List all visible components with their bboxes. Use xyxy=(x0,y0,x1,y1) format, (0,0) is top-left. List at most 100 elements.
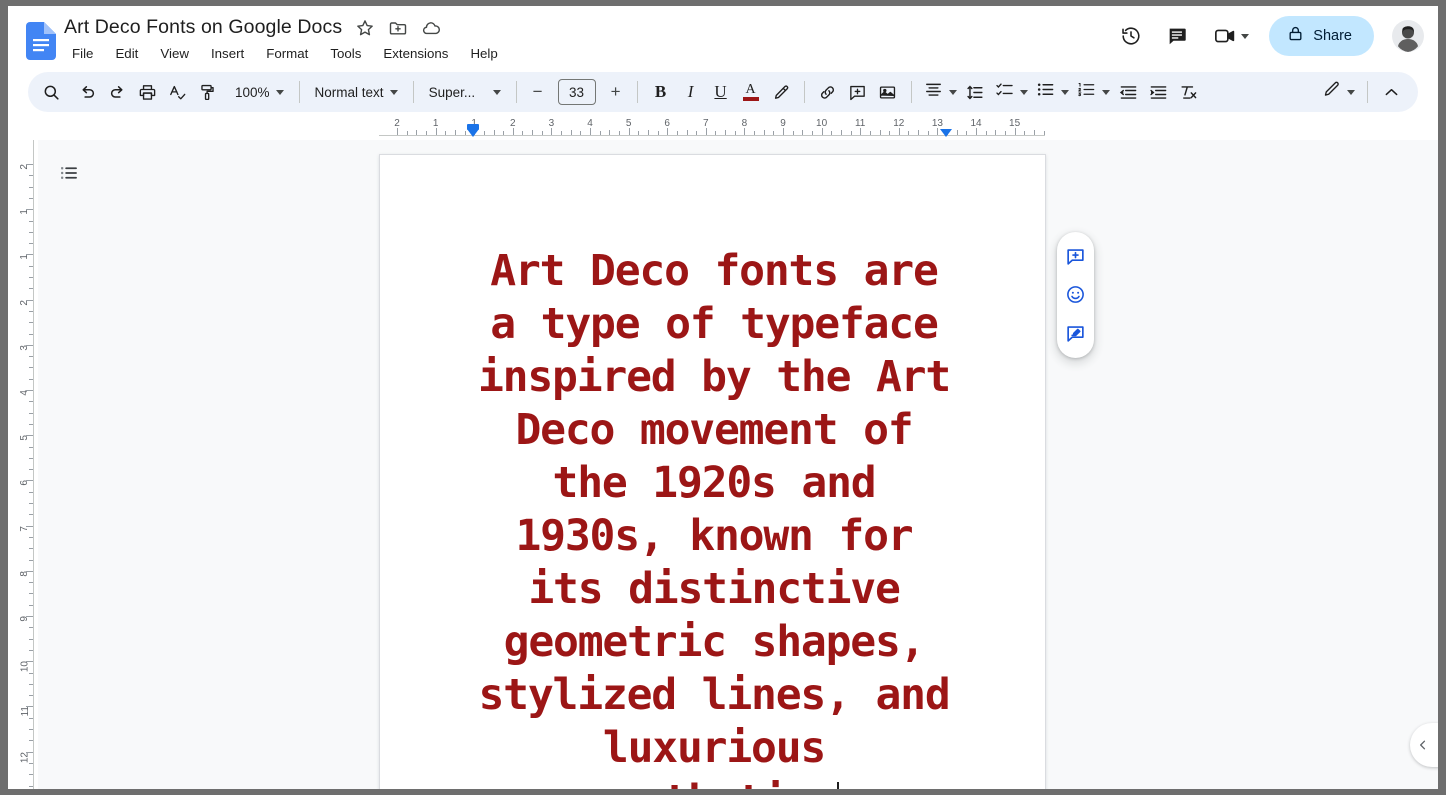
ruler-tick xyxy=(26,164,33,165)
document-outline-icon[interactable] xyxy=(52,156,86,190)
menu-edit[interactable]: Edit xyxy=(107,44,146,63)
italic-button[interactable]: I xyxy=(676,77,706,107)
insert-link-icon[interactable] xyxy=(813,77,843,107)
line-spacing-icon[interactable] xyxy=(961,77,991,107)
checklist-dropdown[interactable] xyxy=(991,77,1032,107)
move-to-folder-icon[interactable] xyxy=(388,18,408,38)
clear-formatting-icon[interactable] xyxy=(1174,77,1204,107)
insert-image-icon[interactable] xyxy=(873,77,903,107)
menu-extensions[interactable]: Extensions xyxy=(375,44,456,63)
text-color-icon: A xyxy=(743,84,759,101)
italic-glyph: I xyxy=(688,82,694,102)
collapse-menus-icon[interactable] xyxy=(1376,77,1406,107)
ruler-tick xyxy=(29,288,33,289)
print-icon[interactable] xyxy=(132,77,162,107)
ruler-tick xyxy=(29,447,33,448)
font-family-value: Super... xyxy=(429,85,476,100)
ruler-tick xyxy=(851,131,852,135)
ruler-tick xyxy=(619,131,620,135)
ruler-tick xyxy=(29,356,33,357)
page-title[interactable]: Art Deco Fonts on Google Docs xyxy=(64,16,342,39)
paragraph-style-dropdown[interactable]: Normal text xyxy=(308,77,405,107)
ruler-tick xyxy=(29,458,33,459)
decrease-indent-icon[interactable] xyxy=(1114,77,1144,107)
meet-camera-icon[interactable] xyxy=(1203,16,1259,56)
ruler-tick xyxy=(658,131,659,135)
ruler-tick xyxy=(29,729,33,730)
google-docs-icon[interactable] xyxy=(26,22,56,60)
ruler-tick xyxy=(687,130,688,135)
font-family-dropdown[interactable]: Super... xyxy=(422,77,508,107)
horizontal-ruler[interactable]: 21123456789101112131415 xyxy=(8,118,1438,140)
suggest-edit-icon[interactable] xyxy=(1061,319,1091,349)
font-size-input[interactable] xyxy=(558,79,596,105)
ruler-label: 10 xyxy=(20,661,31,672)
text-color-button[interactable]: A xyxy=(736,77,766,107)
spell-check-icon[interactable] xyxy=(162,77,192,107)
numbered-list-dropdown[interactable] xyxy=(1073,77,1114,107)
cloud-saved-icon[interactable] xyxy=(421,18,441,38)
menu-tools[interactable]: Tools xyxy=(322,44,369,63)
side-panel-toggle[interactable] xyxy=(1410,723,1438,767)
menu-format[interactable]: Format xyxy=(258,44,316,63)
ruler-tick xyxy=(397,128,398,135)
ruler-tick xyxy=(29,367,33,368)
ruler-tick xyxy=(880,130,881,135)
ruler-label: 12 xyxy=(20,752,31,763)
menu-view[interactable]: View xyxy=(152,44,197,63)
ruler-tick xyxy=(629,128,630,135)
ruler-tick xyxy=(754,131,755,135)
search-icon[interactable] xyxy=(36,77,66,107)
share-label: Share xyxy=(1313,28,1352,44)
ruler-tick xyxy=(26,752,33,753)
menu-insert[interactable]: Insert xyxy=(203,44,252,63)
document-body-text[interactable]: Art Deco fonts are a type of typeface in… xyxy=(476,245,952,789)
ruler-tick xyxy=(26,616,33,617)
version-history-icon[interactable] xyxy=(1111,16,1151,56)
emoji-reaction-icon[interactable] xyxy=(1061,280,1091,310)
ruler-tick xyxy=(638,131,639,135)
menu-help[interactable]: Help xyxy=(462,44,505,63)
bold-button[interactable]: B xyxy=(646,77,676,107)
document-page[interactable]: Art Deco fonts are a type of typeface in… xyxy=(379,154,1046,789)
user-avatar[interactable] xyxy=(1392,20,1424,52)
app-header: Art Deco Fonts on Google Docs File xyxy=(8,6,1438,70)
ruler-tick xyxy=(677,131,678,135)
left-indent-marker[interactable] xyxy=(467,129,479,137)
ruler-tick xyxy=(29,763,33,764)
redo-icon[interactable] xyxy=(102,77,132,107)
increase-indent-icon[interactable] xyxy=(1144,77,1174,107)
underline-button[interactable]: U xyxy=(706,77,736,107)
ruler-tick xyxy=(29,379,33,380)
share-button[interactable]: Share xyxy=(1269,16,1374,56)
ruler-tick xyxy=(26,254,33,255)
zoom-dropdown[interactable]: 100% xyxy=(228,77,291,107)
paint-format-icon[interactable] xyxy=(192,77,222,107)
right-indent-marker[interactable] xyxy=(940,129,952,137)
ruler-tick xyxy=(667,128,668,135)
comment-history-icon[interactable] xyxy=(1157,16,1197,56)
add-comment-icon[interactable] xyxy=(843,77,873,107)
divider xyxy=(299,81,300,103)
add-comment-icon[interactable] xyxy=(1061,241,1091,271)
undo-icon[interactable] xyxy=(72,77,102,107)
decrease-font-size-button[interactable]: − xyxy=(525,79,551,105)
star-icon[interactable] xyxy=(355,18,375,38)
menu-file[interactable]: File xyxy=(64,44,101,63)
ruler-tick xyxy=(426,131,427,135)
ruler-tick xyxy=(494,130,495,135)
highlight-color-button[interactable] xyxy=(766,77,796,107)
ruler-tick xyxy=(783,128,784,135)
ruler-tick xyxy=(1044,131,1045,135)
ruler-tick xyxy=(29,639,33,640)
vertical-ruler[interactable]: 211234567891011121314 xyxy=(16,140,38,789)
editing-mode-dropdown[interactable] xyxy=(1318,77,1359,107)
bulleted-list-dropdown[interactable] xyxy=(1032,77,1073,107)
ruler-tick xyxy=(957,130,958,135)
ruler-tick xyxy=(812,131,813,135)
align-dropdown[interactable] xyxy=(920,77,961,107)
paragraph-style-value: Normal text xyxy=(315,85,384,100)
increase-font-size-button[interactable]: + xyxy=(603,79,629,105)
ruler-tick xyxy=(26,345,33,346)
ruler-tick xyxy=(725,130,726,135)
